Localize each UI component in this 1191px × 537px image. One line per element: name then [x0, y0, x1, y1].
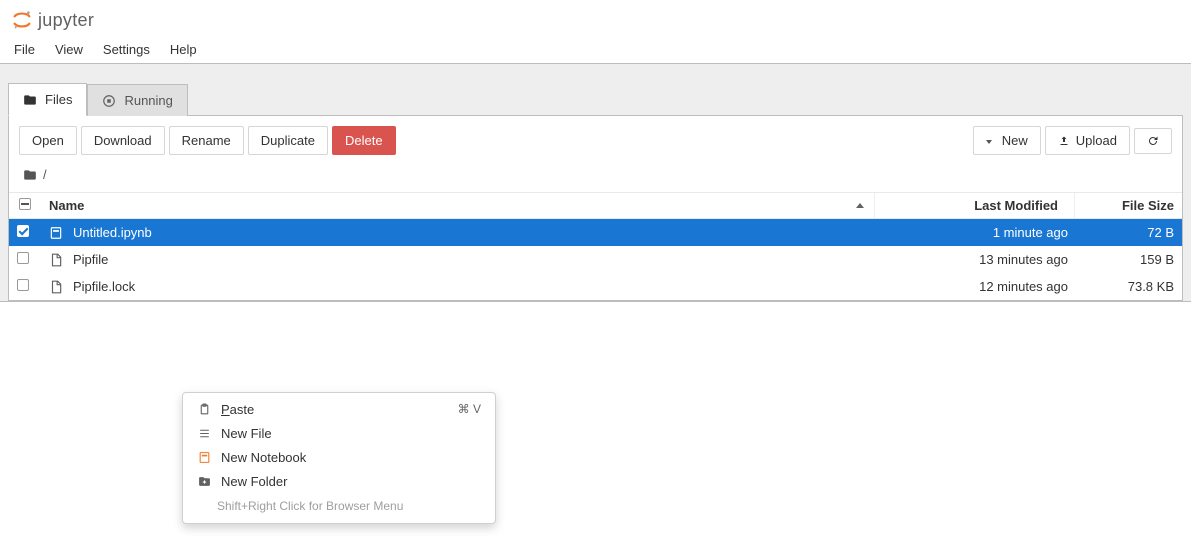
tab-files[interactable]: Files	[8, 83, 87, 116]
file-name: Pipfile.lock	[73, 279, 135, 294]
column-name[interactable]: Name	[49, 198, 874, 213]
duplicate-button[interactable]: Duplicate	[248, 126, 328, 155]
clipboard-icon	[197, 402, 211, 416]
file-icon	[49, 253, 63, 267]
file-modified: 12 minutes ago	[874, 279, 1074, 294]
ctx-paste[interactable]: Paste ⌘ V	[183, 397, 495, 421]
new-button[interactable]: New	[973, 126, 1041, 155]
ctx-new-folder-label: New Folder	[221, 474, 287, 489]
logo-bar: jupyter	[0, 0, 1191, 36]
ctx-new-notebook-label: New Notebook	[221, 450, 306, 465]
panel-area: Files Running Open Download Rename Dupli…	[0, 64, 1191, 302]
folder-icon	[23, 168, 37, 182]
list-icon	[197, 426, 211, 440]
ctx-paste-shortcut: ⌘ V	[458, 402, 481, 416]
upload-button-label: Upload	[1076, 133, 1117, 148]
delete-button[interactable]: Delete	[332, 126, 396, 155]
breadcrumb[interactable]: /	[9, 163, 1182, 192]
column-modified[interactable]: Last Modified	[874, 193, 1074, 218]
upload-icon	[1058, 135, 1070, 147]
folder-icon	[23, 93, 37, 107]
breadcrumb-root: /	[43, 167, 47, 182]
tab-files-label: Files	[45, 92, 72, 107]
file-modified: 1 minute ago	[874, 225, 1074, 240]
table-row[interactable]: Pipfile 13 minutes ago 159 B	[9, 246, 1182, 273]
sort-ascending-icon	[856, 203, 864, 208]
row-checkbox[interactable]	[17, 279, 49, 294]
ctx-new-file-label: New File	[221, 426, 272, 441]
select-all-checkbox[interactable]	[17, 198, 49, 213]
content-panel: Open Download Rename Duplicate Delete Ne…	[8, 115, 1183, 301]
menu-file[interactable]: File	[4, 38, 45, 61]
tab-running[interactable]: Running	[87, 84, 187, 116]
file-size: 72 B	[1074, 225, 1174, 240]
table-row[interactable]: Untitled.ipynb 1 minute ago 72 B	[9, 219, 1182, 246]
ctx-new-folder[interactable]: New Folder	[183, 469, 495, 493]
row-checkbox[interactable]	[17, 225, 49, 240]
folder-plus-icon	[197, 474, 211, 488]
download-button[interactable]: Download	[81, 126, 165, 155]
table-row[interactable]: Pipfile.lock 12 minutes ago 73.8 KB	[9, 273, 1182, 300]
new-button-label: New	[1002, 133, 1028, 148]
logo-text: jupyter	[38, 10, 94, 31]
file-name: Pipfile	[73, 252, 108, 267]
menu-help[interactable]: Help	[160, 38, 207, 61]
notebook-icon	[197, 450, 211, 464]
ctx-new-notebook[interactable]: New Notebook	[183, 445, 495, 469]
ctx-paste-label: Paste	[221, 402, 254, 417]
ctx-new-file[interactable]: New File	[183, 421, 495, 445]
file-modified: 13 minutes ago	[874, 252, 1074, 267]
menu-bar: File View Settings Help	[0, 36, 1191, 64]
notebook-icon	[49, 226, 63, 240]
refresh-icon	[1147, 135, 1159, 147]
caret-down-icon	[986, 133, 996, 148]
column-size[interactable]: File Size	[1074, 193, 1174, 218]
row-checkbox[interactable]	[17, 252, 49, 267]
rename-button[interactable]: Rename	[169, 126, 244, 155]
file-table: Name Last Modified File Size Untitled.ip…	[9, 192, 1182, 300]
tab-strip: Files Running	[4, 82, 1187, 115]
file-icon	[49, 280, 63, 294]
refresh-button[interactable]	[1134, 128, 1172, 154]
menu-settings[interactable]: Settings	[93, 38, 160, 61]
file-toolbar: Open Download Rename Duplicate Delete Ne…	[9, 116, 1182, 163]
file-name: Untitled.ipynb	[73, 225, 152, 240]
file-size: 159 B	[1074, 252, 1174, 267]
stop-circle-icon	[102, 94, 116, 108]
file-size: 73.8 KB	[1074, 279, 1174, 294]
context-menu: Paste ⌘ V New File New Notebook New Fold…	[182, 392, 496, 524]
ctx-hint: Shift+Right Click for Browser Menu	[183, 493, 495, 519]
upload-button[interactable]: Upload	[1045, 126, 1130, 155]
menu-view[interactable]: View	[45, 38, 93, 61]
jupyter-logo-icon	[10, 8, 34, 32]
table-header: Name Last Modified File Size	[9, 192, 1182, 219]
tab-running-label: Running	[124, 93, 172, 108]
open-button[interactable]: Open	[19, 126, 77, 155]
